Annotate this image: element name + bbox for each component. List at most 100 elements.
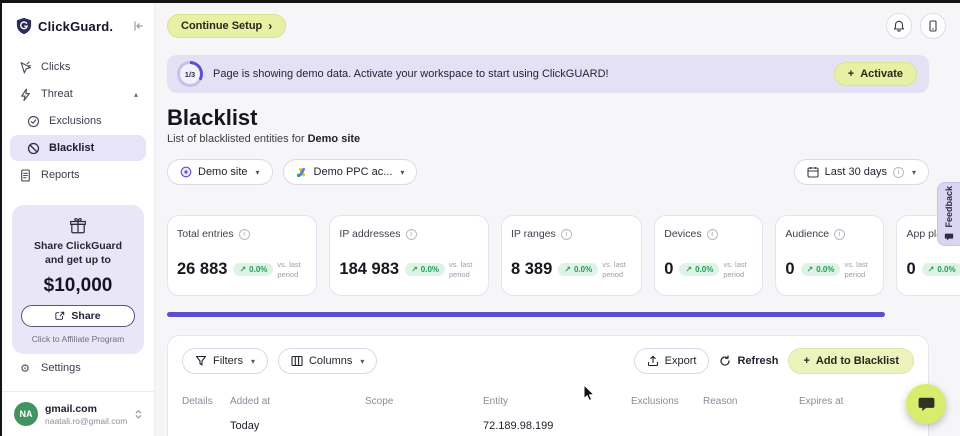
sidebar-item-clicks[interactable]: Clicks xyxy=(10,54,146,80)
table-header-row: Details Added at Scope Entity Exclusions… xyxy=(182,396,914,407)
stat-label: Audience xyxy=(785,228,829,240)
plus-icon: + xyxy=(803,355,809,367)
stat-label: IP addresses xyxy=(339,228,400,240)
trend-value: 0.0% xyxy=(574,265,592,274)
trend-up-icon: ↗ xyxy=(807,265,814,274)
stat-label: IP ranges xyxy=(511,228,556,240)
setup-progress-ring: 1/3 xyxy=(177,61,203,87)
trend-value: 0.0% xyxy=(937,265,955,274)
stat-card-devices: Devicesi 0↗0.0%vs. last period xyxy=(654,215,763,296)
feedback-tab[interactable]: Feedback xyxy=(937,182,960,246)
external-link-icon xyxy=(55,311,65,321)
stat-value: 0 xyxy=(906,260,915,279)
sidebar-item-reports[interactable]: Reports xyxy=(10,162,146,188)
google-ads-icon xyxy=(296,166,308,178)
share-button[interactable]: Share xyxy=(21,305,135,327)
info-icon[interactable]: i xyxy=(834,229,845,240)
avatar: NA xyxy=(14,402,38,426)
site-selector-label: Demo site xyxy=(198,166,248,178)
continue-setup-button[interactable]: Continue Setup › xyxy=(167,14,286,38)
site-icon xyxy=(180,166,192,178)
filters-button[interactable]: Filters ▾ xyxy=(182,348,268,374)
topbar-actions xyxy=(886,13,946,39)
account-switcher-icon[interactable] xyxy=(134,409,143,420)
refresh-button[interactable]: Refresh xyxy=(719,355,778,367)
sidebar-item-threat[interactable]: Threat ▴ xyxy=(10,81,146,107)
app-window: ClickGuard. Clicks Threat ▴ xyxy=(0,0,960,436)
page-subtitle-site: Demo site xyxy=(308,133,361,145)
affiliate-link[interactable]: Click to Affiliate Program xyxy=(21,334,135,344)
stat-value: 8 389 xyxy=(511,260,552,279)
col-expires-at: Expires at xyxy=(799,396,914,407)
smartphone-icon xyxy=(927,20,939,32)
activate-label: Activate xyxy=(860,68,903,80)
export-icon xyxy=(647,355,659,367)
clicks-icon xyxy=(18,60,32,74)
shield-logo-icon xyxy=(16,17,32,35)
blacklist-icon xyxy=(26,141,40,155)
columns-icon xyxy=(291,355,303,367)
page-subtitle: List of blacklisted entities forDemo sit… xyxy=(167,133,960,145)
promo-amount: $10,000 xyxy=(21,275,135,297)
nav-label: Settings xyxy=(41,362,81,374)
col-details: Details xyxy=(182,396,230,407)
promo-headline: Share ClickGuard and get up to xyxy=(21,240,135,267)
sidebar-item-exclusions[interactable]: Exclusions xyxy=(10,108,146,134)
stat-label: Total entries xyxy=(177,228,234,240)
nav-label: Clicks xyxy=(41,61,70,73)
sidebar-item-blacklist[interactable]: Blacklist xyxy=(10,135,146,161)
feedback-label: Feedback xyxy=(944,186,954,228)
main-content: Continue Setup › 1/3 Page xyxy=(155,3,960,436)
date-range-selector[interactable]: Last 30 days i ▾ xyxy=(794,159,929,185)
trend-up-icon: ↗ xyxy=(564,265,571,274)
threat-icon xyxy=(18,87,32,101)
export-label: Export xyxy=(665,355,697,367)
col-reason: Reason xyxy=(703,396,799,407)
notifications-button[interactable] xyxy=(886,13,912,39)
info-icon[interactable]: i xyxy=(707,229,718,240)
info-icon[interactable]: i xyxy=(406,229,417,240)
stat-card-total-entries: Total entries i 26 883 ↗0.0% vs. last perio… xyxy=(167,215,317,296)
plus-icon: + xyxy=(848,68,854,80)
row-added-at: Today xyxy=(230,420,365,432)
columns-button[interactable]: Columns ▾ xyxy=(278,348,377,374)
table-row[interactable]: Today 72.189.98.199 xyxy=(182,420,914,432)
stat-value: 26 883 xyxy=(177,260,227,279)
table-toolbar: Filters ▾ Columns ▾ Export xyxy=(182,348,914,374)
chevron-right-icon: › xyxy=(268,20,272,32)
device-button[interactable] xyxy=(920,13,946,39)
trend-badge: ↗0.0% xyxy=(233,263,273,276)
stat-value: 0 xyxy=(785,260,794,279)
user-name: gmail.com xyxy=(45,403,127,416)
ppc-account-selector[interactable]: Demo PPC ac... ▾ xyxy=(283,159,418,185)
user-account[interactable]: NA gmail.com naatali.ro@gmail.com xyxy=(10,392,146,436)
collapse-sidebar-icon[interactable] xyxy=(132,20,144,32)
row-entity: 72.189.98.199 xyxy=(483,420,631,432)
gear-icon: ⚙ xyxy=(18,361,32,375)
info-icon[interactable]: i xyxy=(239,229,250,240)
info-icon[interactable]: i xyxy=(561,229,572,240)
columns-label: Columns xyxy=(309,355,352,367)
export-button[interactable]: Export xyxy=(634,348,710,374)
horizontal-scrollbar[interactable] xyxy=(167,312,885,317)
stat-compare: vs. last period xyxy=(602,260,632,279)
sidebar-item-settings[interactable]: ⚙ Settings xyxy=(10,355,146,381)
logo-row: ClickGuard. xyxy=(2,3,154,45)
col-added-at: Added at xyxy=(230,396,365,407)
trend-value: 0.0% xyxy=(695,265,713,274)
exclusions-icon xyxy=(26,114,40,128)
trend-value: 0.0% xyxy=(421,265,439,274)
site-selector[interactable]: Demo site ▾ xyxy=(167,159,273,185)
stat-compare: vs. last period xyxy=(277,260,307,279)
activate-button[interactable]: + Activate xyxy=(834,62,917,86)
sidebar-nav: Clicks Threat ▴ Exclusions Blacklist xyxy=(2,45,154,189)
chat-launcher-button[interactable] xyxy=(906,384,946,424)
user-email: naatali.ro@gmail.com xyxy=(45,416,127,426)
stat-compare: vs. last period xyxy=(449,260,479,279)
info-icon[interactable]: i xyxy=(893,167,904,178)
setup-progress-label: 1/3 xyxy=(180,64,200,84)
reports-icon xyxy=(18,168,32,182)
nav-label: Exclusions xyxy=(49,115,102,127)
add-to-blacklist-button[interactable]: + Add to Blacklist xyxy=(788,348,914,374)
gift-icon xyxy=(21,217,135,235)
